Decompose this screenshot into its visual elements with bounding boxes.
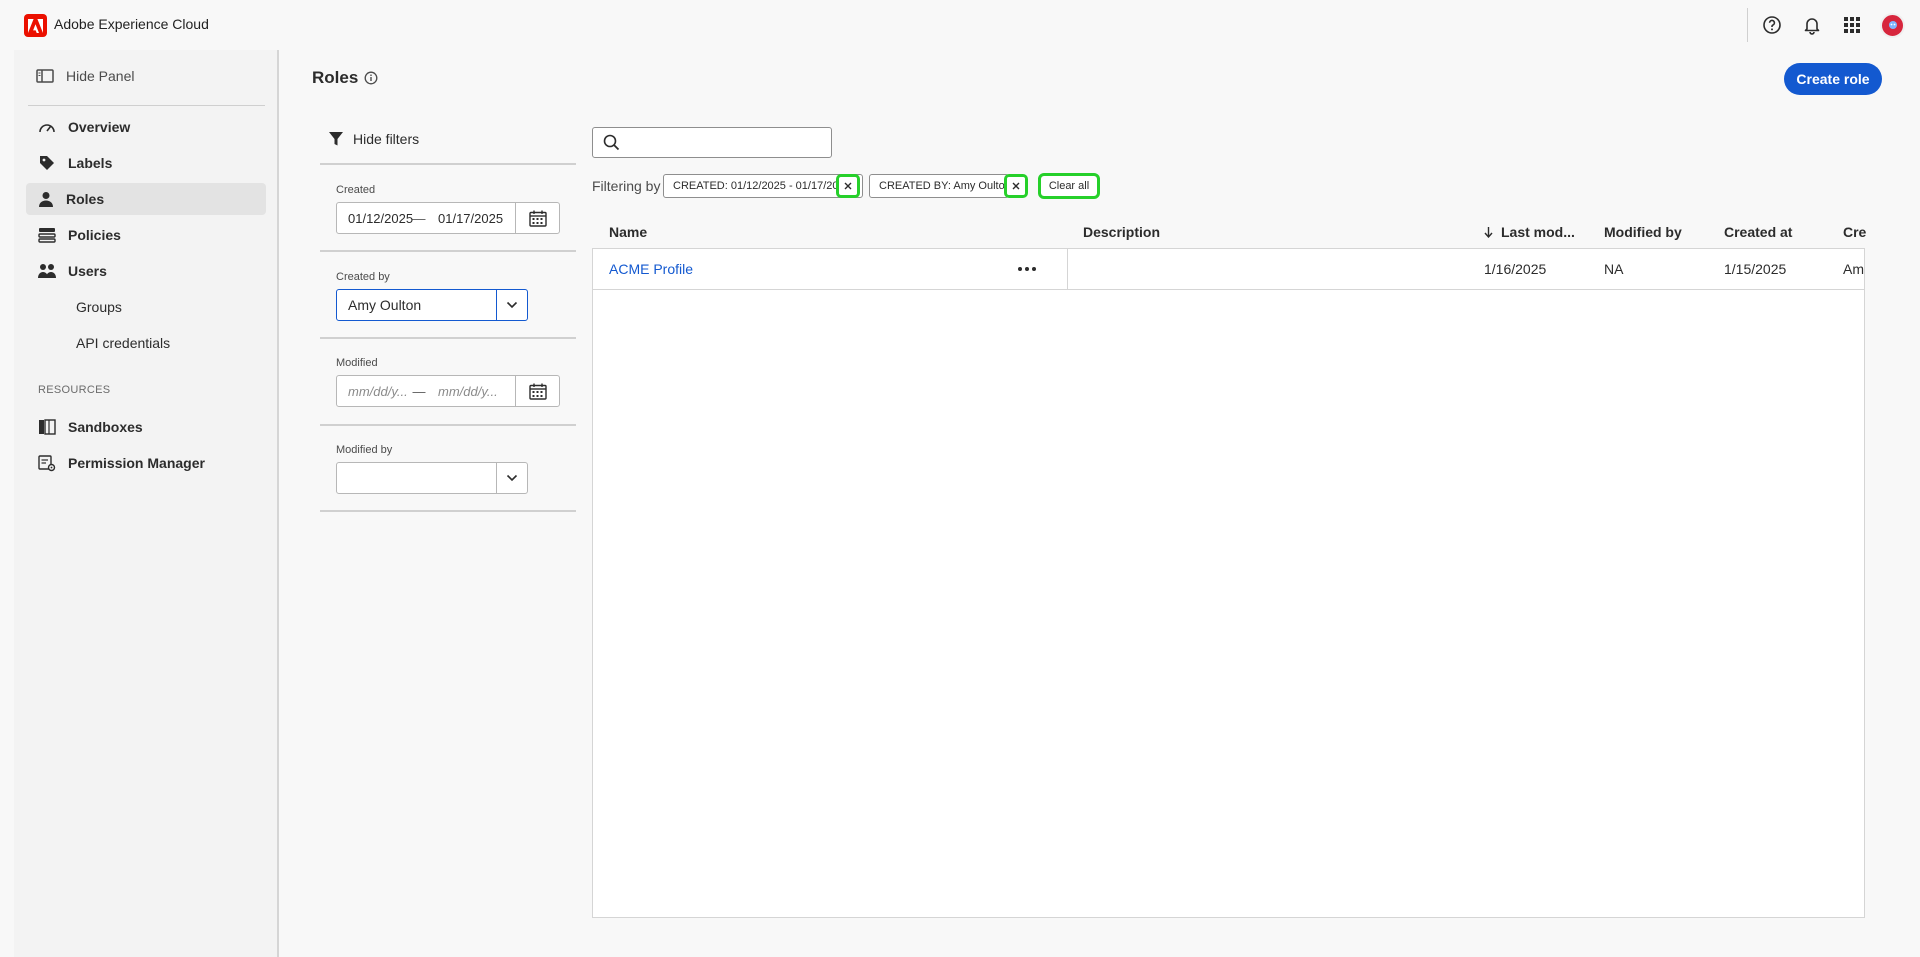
filter-icon <box>329 132 343 146</box>
close-icon <box>844 182 852 190</box>
left-panel: Hide Panel Overview Labels Roles Policie… <box>14 50 279 957</box>
nav-item-label: Policies <box>68 227 121 243</box>
help-icon[interactable] <box>1760 13 1784 37</box>
nav-item-users[interactable]: Users <box>26 255 266 287</box>
column-header-description[interactable]: Description <box>1083 224 1160 240</box>
role-last-modified: 1/16/2025 <box>1484 261 1547 277</box>
sandbox-icon <box>39 419 56 435</box>
remove-filter-created-by-button[interactable] <box>1004 174 1028 198</box>
hide-filters-button[interactable]: Hide filters <box>328 131 419 147</box>
role-created-by: Amy <box>1843 261 1864 277</box>
nav-item-label: Labels <box>68 155 113 171</box>
range-dash: — <box>412 210 426 226</box>
column-header-created-at[interactable]: Created at <box>1724 224 1792 240</box>
created-from-field[interactable]: 01/12/2025 <box>337 211 413 226</box>
range-dash: — <box>412 383 426 399</box>
nav-item-label: Overview <box>68 119 131 135</box>
user-icon <box>39 192 53 207</box>
permission-icon <box>38 455 56 472</box>
hide-filters-label: Hide filters <box>353 131 420 147</box>
modified-to-field[interactable]: mm/dd/y... <box>427 384 501 399</box>
created-by-value[interactable]: Amy Oulton <box>337 297 496 313</box>
filter-chip-created-by: CREATED BY: Amy Oulton <box>869 174 1009 198</box>
info-icon[interactable] <box>364 71 378 85</box>
adobe-logo-icon[interactable] <box>24 14 47 37</box>
column-header-modified-by[interactable]: Modified by <box>1604 224 1682 240</box>
filters-divider <box>320 424 576 426</box>
filter-chip-created: CREATED: 01/12/2025 - 01/17/2025 <box>663 174 863 198</box>
modified-by-filter-label: Modified by <box>336 444 393 456</box>
nav-item-policies[interactable]: Policies <box>26 219 266 251</box>
topbar-divider <box>1747 8 1748 42</box>
created-to-field[interactable]: 01/17/2025 <box>427 211 503 226</box>
hide-panel-label: Hide Panel <box>66 68 135 84</box>
column-header-label: Last mod... <box>1501 224 1575 240</box>
filters-divider <box>320 163 576 165</box>
filter-chip-label: CREATED BY: Amy Oulton <box>879 180 1009 192</box>
nav-item-sandboxes[interactable]: Sandboxes <box>26 411 266 443</box>
brand-name[interactable]: Adobe Experience Cloud <box>54 16 209 32</box>
filters-divider <box>320 337 576 339</box>
role-name-link[interactable]: ACME Profile <box>609 261 693 277</box>
nav-item-label: Users <box>68 263 107 279</box>
nav-item-overview[interactable]: Overview <box>26 111 266 143</box>
search-input[interactable] <box>620 128 831 157</box>
bell-icon[interactable] <box>1800 13 1824 37</box>
roles-table: ACME Profile 1/16/2025 NA 1/15/2025 Amy <box>592 248 1865 918</box>
apps-grid-icon[interactable] <box>1840 13 1864 37</box>
created-filter-label: Created <box>336 184 376 196</box>
modified-date-range[interactable]: mm/dd/y... — mm/dd/y... <box>336 375 560 407</box>
filters-divider <box>320 510 576 512</box>
calendar-icon[interactable] <box>515 203 559 233</box>
top-bar: Adobe Experience Cloud <box>0 0 1920 50</box>
created-date-range[interactable]: 01/12/2025 — 01/17/2025 <box>336 202 560 234</box>
tag-icon <box>40 156 54 170</box>
panel-icon <box>36 69 54 83</box>
page-title: Roles <box>312 68 378 88</box>
search-field[interactable] <box>592 127 832 158</box>
nav-item-permission-manager[interactable]: Permission Manager <box>26 447 266 479</box>
filtering-by-label: Filtering by <box>592 178 661 194</box>
avatar[interactable] <box>1880 13 1905 38</box>
nav-item-label: Permission Manager <box>68 455 205 471</box>
resources-section-label: RESOURCES <box>38 384 111 396</box>
remove-filter-created-button[interactable] <box>836 174 860 198</box>
page-title-text: Roles <box>312 68 359 87</box>
hide-panel-button[interactable]: Hide Panel <box>36 68 135 84</box>
create-role-button[interactable]: Create role <box>1784 63 1882 95</box>
close-icon <box>1012 182 1020 190</box>
filters-divider <box>320 250 576 252</box>
panel-divider <box>28 105 265 106</box>
nav-item-label: Sandboxes <box>68 419 143 435</box>
nav-sub-groups[interactable]: Groups <box>76 299 122 315</box>
arrow-down-icon <box>1484 226 1493 238</box>
column-header-name[interactable]: Name <box>609 224 647 240</box>
table-row[interactable]: ACME Profile 1/16/2025 NA 1/15/2025 Amy <box>593 249 1864 290</box>
column-divider <box>1067 249 1068 289</box>
clear-all-button[interactable]: Clear all <box>1038 173 1100 199</box>
search-icon <box>603 134 620 151</box>
role-modified-by: NA <box>1604 261 1624 277</box>
table-header: Name Description Last mod... Modified by… <box>592 218 1866 248</box>
nav-item-labels[interactable]: Labels <box>26 147 266 179</box>
nav-item-roles[interactable]: Roles <box>26 183 266 215</box>
chevron-down-icon[interactable] <box>496 463 527 493</box>
modified-filter-label: Modified <box>336 357 378 369</box>
chevron-down-icon[interactable] <box>496 290 527 320</box>
more-actions-icon[interactable] <box>1015 257 1039 281</box>
created-by-filter-label: Created by <box>336 271 390 283</box>
column-header-created-by[interactable]: Cre <box>1843 224 1866 240</box>
nav-item-label: Roles <box>66 191 105 207</box>
filter-chip-label: CREATED: 01/12/2025 - 01/17/2025 <box>673 180 851 192</box>
created-by-combobox[interactable]: Amy Oulton <box>336 289 528 321</box>
calendar-icon[interactable] <box>515 376 559 406</box>
nav-sub-api-credentials[interactable]: API credentials <box>76 335 170 351</box>
modified-from-field[interactable]: mm/dd/y... <box>337 384 411 399</box>
gauge-icon <box>39 124 55 133</box>
role-created-at: 1/15/2025 <box>1724 261 1787 277</box>
policy-icon <box>38 228 56 243</box>
modified-by-combobox[interactable] <box>336 462 528 494</box>
column-header-last-modified[interactable]: Last mod... <box>1484 224 1575 240</box>
users-icon <box>38 264 56 278</box>
